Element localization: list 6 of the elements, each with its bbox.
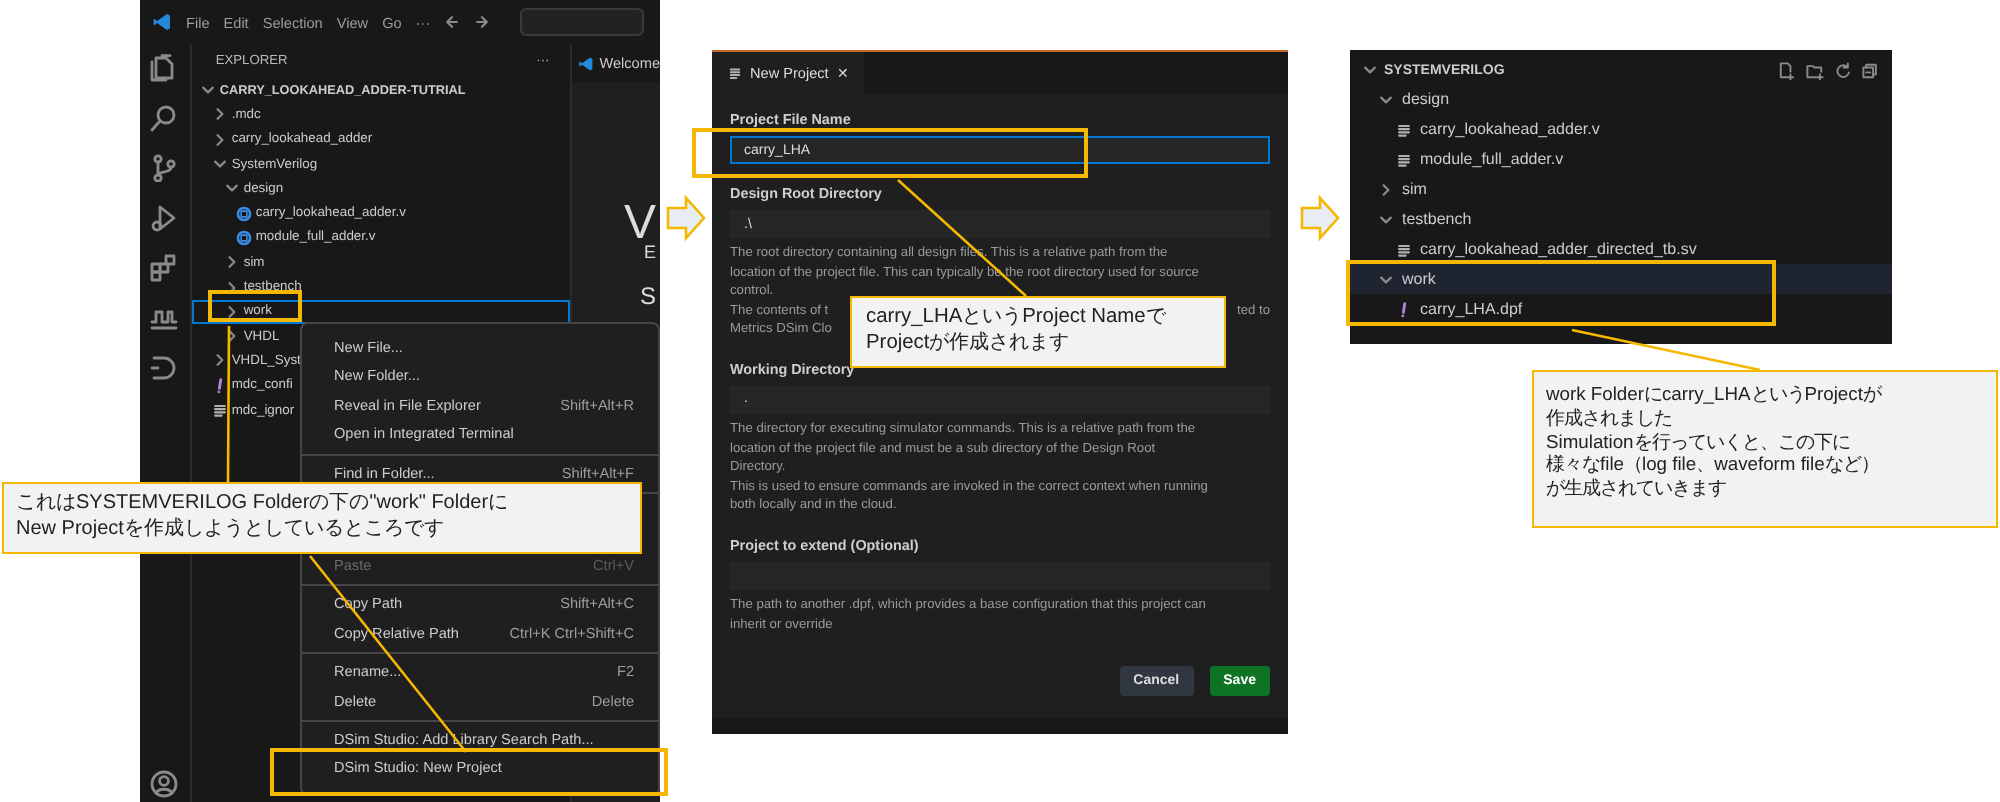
callout-text: carry_LHAというProject Nameで Projectが作成されます [866,306,1168,357]
callout-text: work Folderにcarry_LHAというProjectが 作成されました Simulationを行っていくと、この下に 様々なfile（log file、waveform fileなど） が生成されていきます [1546,382,1884,500]
callout-text: これはSYSTEMVERILOG Folderの下の"work" Folderに New Projectを作成しようとしているところです [16,492,511,542]
heading-fragment: S [639,284,656,308]
heading-fragment: V [623,200,656,248]
heading-fragment: E [643,244,656,262]
